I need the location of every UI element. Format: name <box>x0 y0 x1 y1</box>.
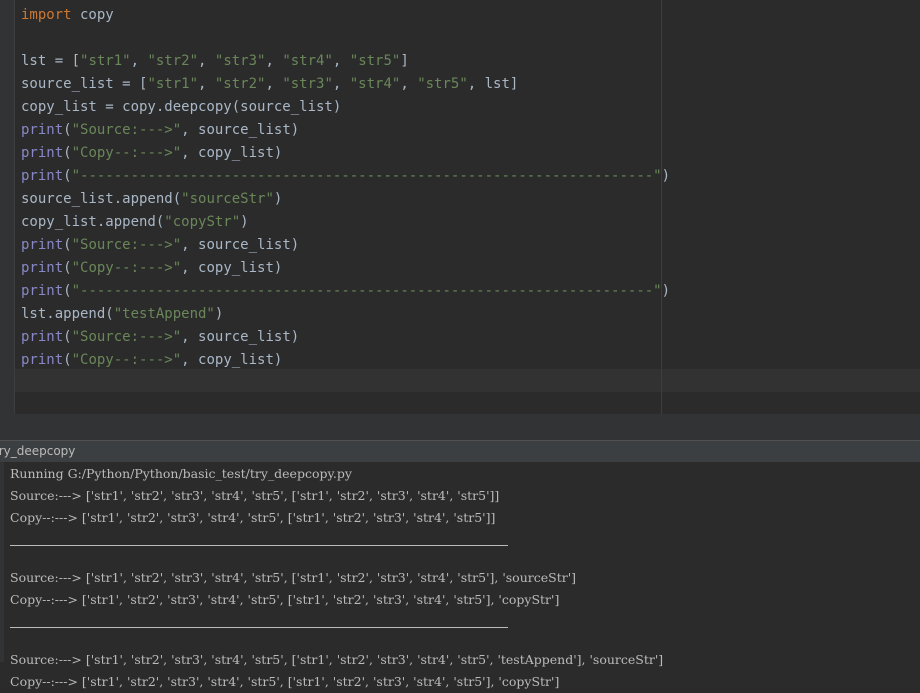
console-output: Running G:/Python/Python/basic_test/try_… <box>10 463 663 693</box>
code-line: lst.append("testAppend") <box>21 306 224 322</box>
code-line: print("Source:--->", source_list) <box>21 122 300 138</box>
console-output-line: Source:---> ['str1', 'str2', 'str3', 'st… <box>10 488 500 503</box>
separator-rule <box>10 545 508 546</box>
code-line: source_list = ["str1", "str2", "str3", "… <box>21 76 519 92</box>
console-output-line: Copy--:---> ['str1', 'str2', 'str3', 'st… <box>10 510 496 525</box>
code-line: lst = ["str1", "str2", "str3", "str4", "… <box>21 53 409 69</box>
code-line: print("Copy--:--->", copy_list) <box>21 352 283 368</box>
separator-line <box>10 627 663 649</box>
code-line: print("Copy--:--->", copy_list) <box>21 260 283 276</box>
code-line: print("---------------------------------… <box>21 283 671 299</box>
console-output-line: Source:---> ['str1', 'str2', 'str3', 'st… <box>10 570 577 585</box>
code-line: copy_list.append("copyStr") <box>21 214 249 230</box>
run-tab-title[interactable]: try_deepcopy <box>0 444 75 458</box>
run-panel-header: try_deepcopy <box>0 440 920 462</box>
run-console[interactable]: Running G:/Python/Python/basic_test/try_… <box>0 462 920 689</box>
code-line: print("Copy--:--->", copy_list) <box>21 145 283 161</box>
code-line: print("Source:--->", source_list) <box>21 237 300 253</box>
editor-bottom-area <box>0 414 920 440</box>
current-line-highlight <box>15 369 920 392</box>
code-line: source_list.append("sourceStr") <box>21 191 283 207</box>
console-output-line: Copy--:---> ['str1', 'str2', 'str3', 'st… <box>10 592 560 607</box>
console-run-command: Running G:/Python/Python/basic_test/try_… <box>10 466 352 481</box>
console-output-line: Source:---> ['str1', 'str2', 'str3', 'st… <box>10 652 664 667</box>
code-line: print("---------------------------------… <box>21 168 671 184</box>
console-gutter <box>0 462 4 662</box>
code-line: print("Source:--->", source_list) <box>21 329 300 345</box>
code-line: copy_list = copy.deepcopy(source_list) <box>21 99 342 115</box>
console-output-line: Copy--:---> ['str1', 'str2', 'str3', 'st… <box>10 674 560 689</box>
code-editor[interactable]: import copy lst = ["str1", "str2", "str3… <box>0 0 920 414</box>
code-line: import copy <box>21 7 114 23</box>
code-area[interactable]: import copy lst = ["str1", "str2", "str3… <box>21 4 670 372</box>
separator-rule <box>10 627 508 628</box>
separator-line <box>10 545 663 567</box>
editor-gutter <box>0 0 15 414</box>
